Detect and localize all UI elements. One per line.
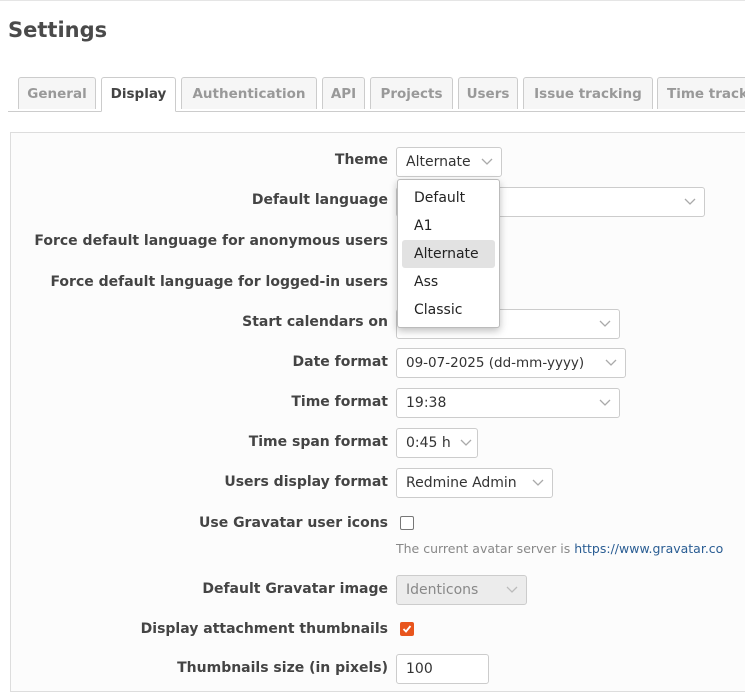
tab-time-tracking[interactable]: Time track: [657, 77, 745, 109]
tab-display[interactable]: Display: [101, 77, 176, 112]
attachment-thumbnails-label: Display attachment thumbnails: [140, 621, 388, 637]
chevron-down-icon: [599, 389, 611, 417]
users-display-format-value: Redmine Admin: [406, 475, 517, 491]
default-gravatar-value: Identicons: [406, 582, 479, 598]
time-format-label: Time format: [291, 394, 388, 410]
attachment-thumbnails-checkbox[interactable]: [400, 622, 414, 636]
date-format-select[interactable]: 09-07-2025 (dd-mm-yyyy): [396, 348, 626, 378]
theme-option-alternate[interactable]: Alternate: [402, 240, 495, 268]
gravatar-hint: The current avatar server is https://www…: [396, 541, 723, 556]
thumbnail-size-input[interactable]: 100: [396, 654, 489, 684]
chevron-down-icon: [599, 310, 611, 338]
tab-api[interactable]: API: [322, 77, 365, 109]
gravatar-label: Use Gravatar user icons: [199, 515, 388, 531]
theme-option-classic[interactable]: Classic: [402, 296, 495, 324]
theme-option-a1[interactable]: A1: [402, 212, 495, 240]
chevron-down-icon: [684, 188, 696, 216]
chevron-down-icon: [460, 429, 472, 457]
gravatar-link[interactable]: https://www.gravatar.co: [574, 541, 723, 556]
start-calendars-label: Start calendars on: [242, 314, 388, 330]
gravatar-checkbox[interactable]: [400, 516, 414, 530]
theme-value: Alternate: [406, 154, 471, 170]
time-span-format-value: 0:45 h: [406, 435, 451, 451]
theme-label: Theme: [334, 152, 388, 168]
time-format-select[interactable]: 19:38: [396, 388, 620, 418]
checkmark-icon: [402, 625, 412, 633]
settings-tabs: General Display Authentication API Proje…: [0, 77, 745, 112]
theme-select[interactable]: Alternate: [396, 147, 502, 177]
tab-general[interactable]: General: [18, 77, 96, 109]
page-title: Settings: [8, 18, 108, 42]
tab-projects[interactable]: Projects: [370, 77, 453, 109]
force-lang-anon-label: Force default language for anonymous use…: [34, 233, 388, 249]
gravatar-hint-text: The current avatar server is: [396, 541, 575, 556]
users-display-format-select[interactable]: Redmine Admin: [396, 468, 553, 498]
date-format-value: 09-07-2025 (dd-mm-yyyy): [406, 355, 585, 371]
chevron-down-icon: [481, 148, 493, 176]
chevron-down-icon: [532, 469, 544, 497]
time-span-format-label: Time span format: [248, 434, 388, 450]
theme-dropdown: Default A1 Alternate Ass Classic: [397, 179, 500, 328]
force-lang-logged-label: Force default language for logged-in use…: [50, 274, 388, 290]
thumbnail-size-label: Thumbnails size (in pixels): [177, 660, 388, 676]
chevron-down-icon: [506, 576, 518, 604]
time-format-value: 19:38: [406, 395, 447, 411]
default-language-label: Default language: [251, 192, 388, 208]
theme-option-default[interactable]: Default: [402, 184, 495, 212]
default-gravatar-label: Default Gravatar image: [202, 581, 388, 597]
top-border: [0, 0, 745, 1]
tab-issue-tracking[interactable]: Issue tracking: [523, 77, 653, 109]
date-format-label: Date format: [292, 354, 388, 370]
tab-authentication[interactable]: Authentication: [181, 77, 317, 109]
users-display-format-label: Users display format: [224, 474, 388, 490]
default-gravatar-select[interactable]: Identicons: [396, 575, 527, 605]
tab-users[interactable]: Users: [458, 77, 518, 109]
thumbnail-size-value: 100: [406, 661, 433, 677]
theme-option-ass[interactable]: Ass: [402, 268, 495, 296]
time-span-format-select[interactable]: 0:45 h: [396, 428, 478, 458]
chevron-down-icon: [605, 349, 617, 377]
